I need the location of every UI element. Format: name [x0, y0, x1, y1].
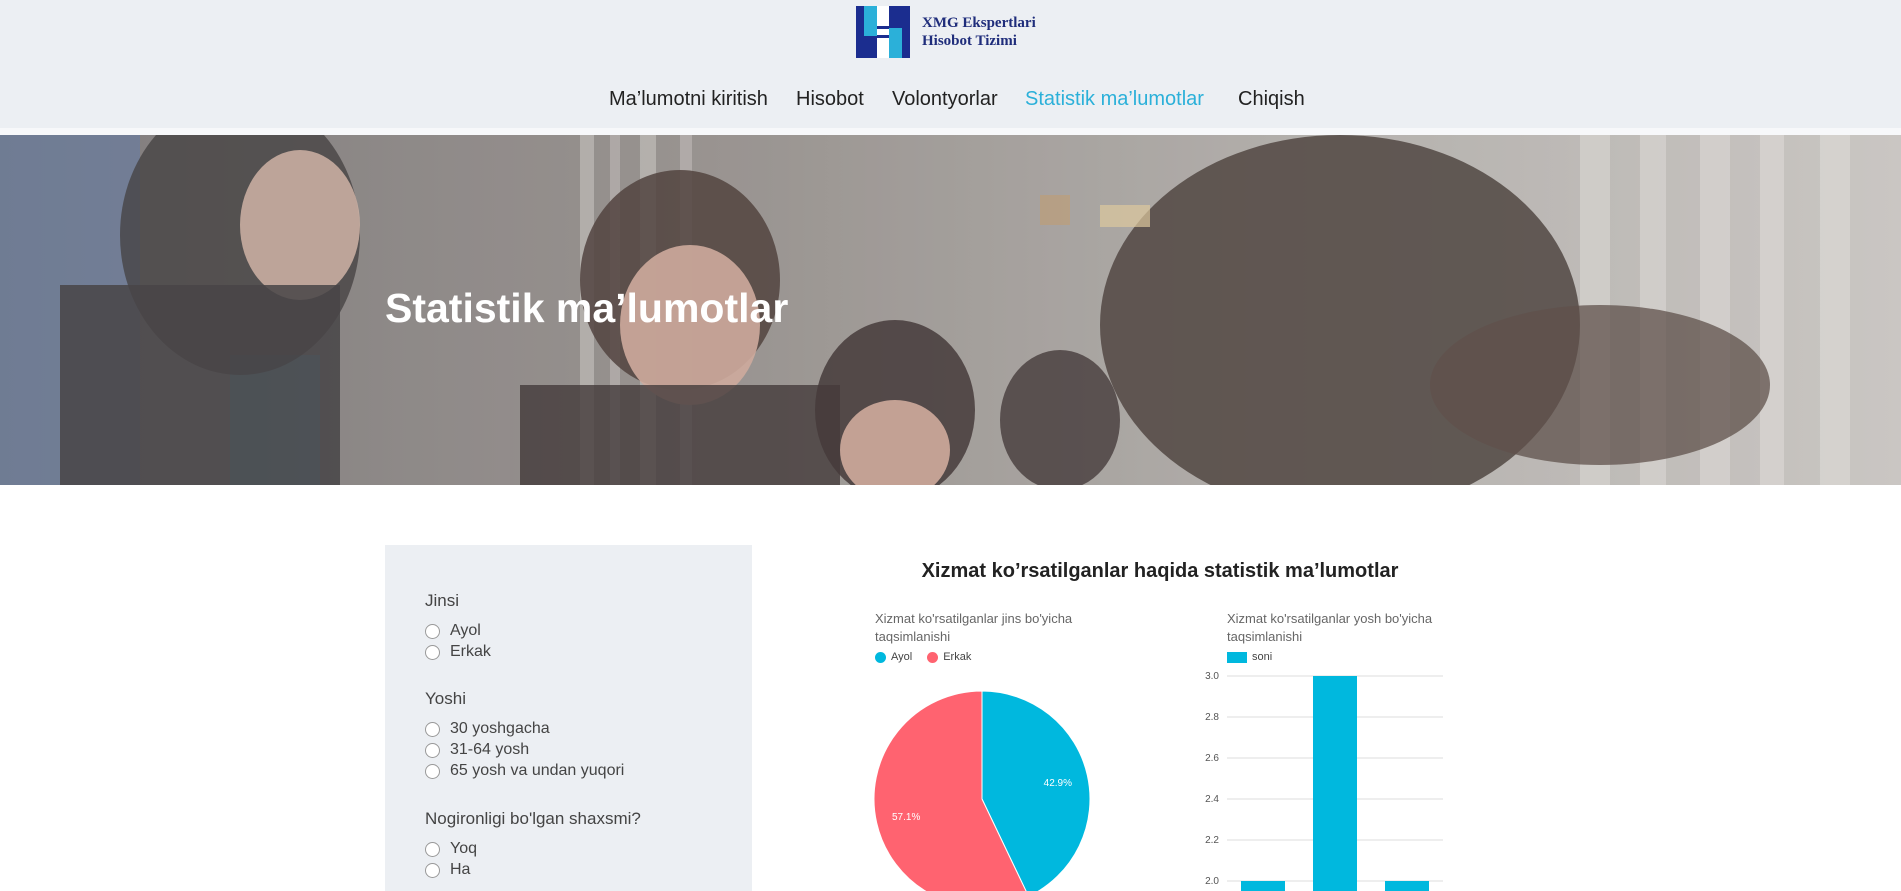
radio-label: Erkak: [450, 643, 491, 660]
radio-option-yoq[interactable]: Yoq: [425, 840, 477, 858]
pie-slice-label-erkak: 57.1%: [892, 812, 920, 823]
radio-label: 65 yosh va undan yuqori: [450, 762, 625, 779]
pie-slice-label-ayol: 42.9%: [1044, 778, 1072, 789]
logo-line1: XMG Ekspertlari: [922, 15, 1036, 31]
pie-chart: 42.9% 57.1%: [873, 691, 1091, 891]
radio-label: Ayol: [450, 622, 481, 639]
logo-line2: Hisobot Tizimi: [922, 33, 1017, 49]
bar-2: [1313, 676, 1357, 891]
nav-item-chiqish[interactable]: Chiqish: [1238, 88, 1305, 111]
filter-group-title-jinsi: Jinsi: [425, 591, 460, 610]
radio-button[interactable]: [425, 862, 440, 878]
bar-y-tick-label: 2.2: [1205, 835, 1219, 846]
hero-banner: Statistik ma’lumotlar: [0, 135, 1901, 485]
radio-option-erkak[interactable]: Erkak: [425, 643, 491, 661]
pie-legend: Ayol Erkak: [875, 651, 971, 663]
radio-label: 30 yoshgacha: [450, 720, 550, 737]
radio-button[interactable]: [425, 742, 440, 758]
radio-option-ayol[interactable]: Ayol: [425, 622, 481, 640]
radio-option-31-64-yosh[interactable]: 31-64 yosh: [425, 741, 529, 759]
nav-item-hisobot[interactable]: Hisobot: [796, 88, 864, 111]
radio-button[interactable]: [425, 623, 440, 639]
bar-1: [1241, 881, 1285, 891]
site-header: XMG Ekspertlari Hisobot Tizimi Ma’lumotn…: [0, 0, 1901, 128]
logo-mark-icon: [856, 6, 910, 58]
nav-item-volontyorlar[interactable]: Volontyorlar: [892, 88, 998, 111]
bar-y-tick-label: 2.8: [1205, 712, 1219, 723]
radio-label: 31-64 yosh: [450, 741, 530, 758]
radio-option-ha[interactable]: Ha: [425, 861, 470, 879]
radio-label: Ha: [450, 861, 471, 878]
hero-title: Statistik ma’lumotlar: [385, 285, 789, 331]
radio-button[interactable]: [425, 721, 440, 737]
bar-y-tick-label: 2.6: [1205, 753, 1219, 764]
pie-chart-title: Xizmat ko'rsatilganlar jins bo'yicha taq…: [875, 611, 1073, 644]
logo-text: XMG Ekspertlari Hisobot Tizimi: [922, 14, 1036, 50]
bar-y-tick-label: 3.0: [1205, 671, 1219, 682]
legend-swatch-erkak: [927, 651, 939, 663]
filter-panel: Jinsi Ayol Erkak Yoshi 30 yoshgacha 31-6…: [385, 545, 752, 891]
bar-chart-title: Xizmat ko'rsatilganlar yosh bo'yicha taq…: [1227, 611, 1433, 644]
filter-group-title-yoshi: Yoshi: [425, 689, 466, 708]
stats-title: Xizmat ko’rsatilganlar haqida statistik …: [921, 560, 1399, 582]
radio-label: Yoq: [450, 840, 477, 857]
bar-y-tick-label: 2.4: [1205, 794, 1219, 805]
hero-photo: [0, 135, 1901, 485]
legend-swatch-ayol: [875, 651, 886, 663]
bar-y-tick-label: 2.0: [1205, 876, 1219, 887]
legend-label-ayol: Ayol: [891, 651, 913, 663]
bar-3: [1385, 881, 1429, 891]
bar-chart: 3.0 2.8 2.6 2.4 2.2 2.0: [1205, 671, 1443, 891]
radio-option-65-yosh[interactable]: 65 yosh va undan yuqori: [425, 762, 624, 780]
main-nav: Ma’lumotni kiritish Hisobot Volontyorlar…: [0, 88, 1901, 118]
radio-button[interactable]: [425, 841, 440, 857]
radio-button[interactable]: [425, 763, 440, 779]
header-divider: [0, 128, 1901, 135]
site-logo[interactable]: XMG Ekspertlari Hisobot Tizimi: [856, 6, 1056, 58]
radio-button[interactable]: [425, 644, 440, 660]
filter-group-title-nogironligi: Nogironligi bo'lgan shaxsmi?: [425, 809, 641, 828]
nav-item-malumotni-kiritish[interactable]: Ma’lumotni kiritish: [609, 88, 768, 111]
legend-label-erkak: Erkak: [943, 651, 972, 663]
nav-item-statistik-malumotlar[interactable]: Statistik ma’lumotlar: [1025, 88, 1204, 111]
radio-option-30-yoshgacha[interactable]: 30 yoshgacha: [425, 720, 550, 738]
